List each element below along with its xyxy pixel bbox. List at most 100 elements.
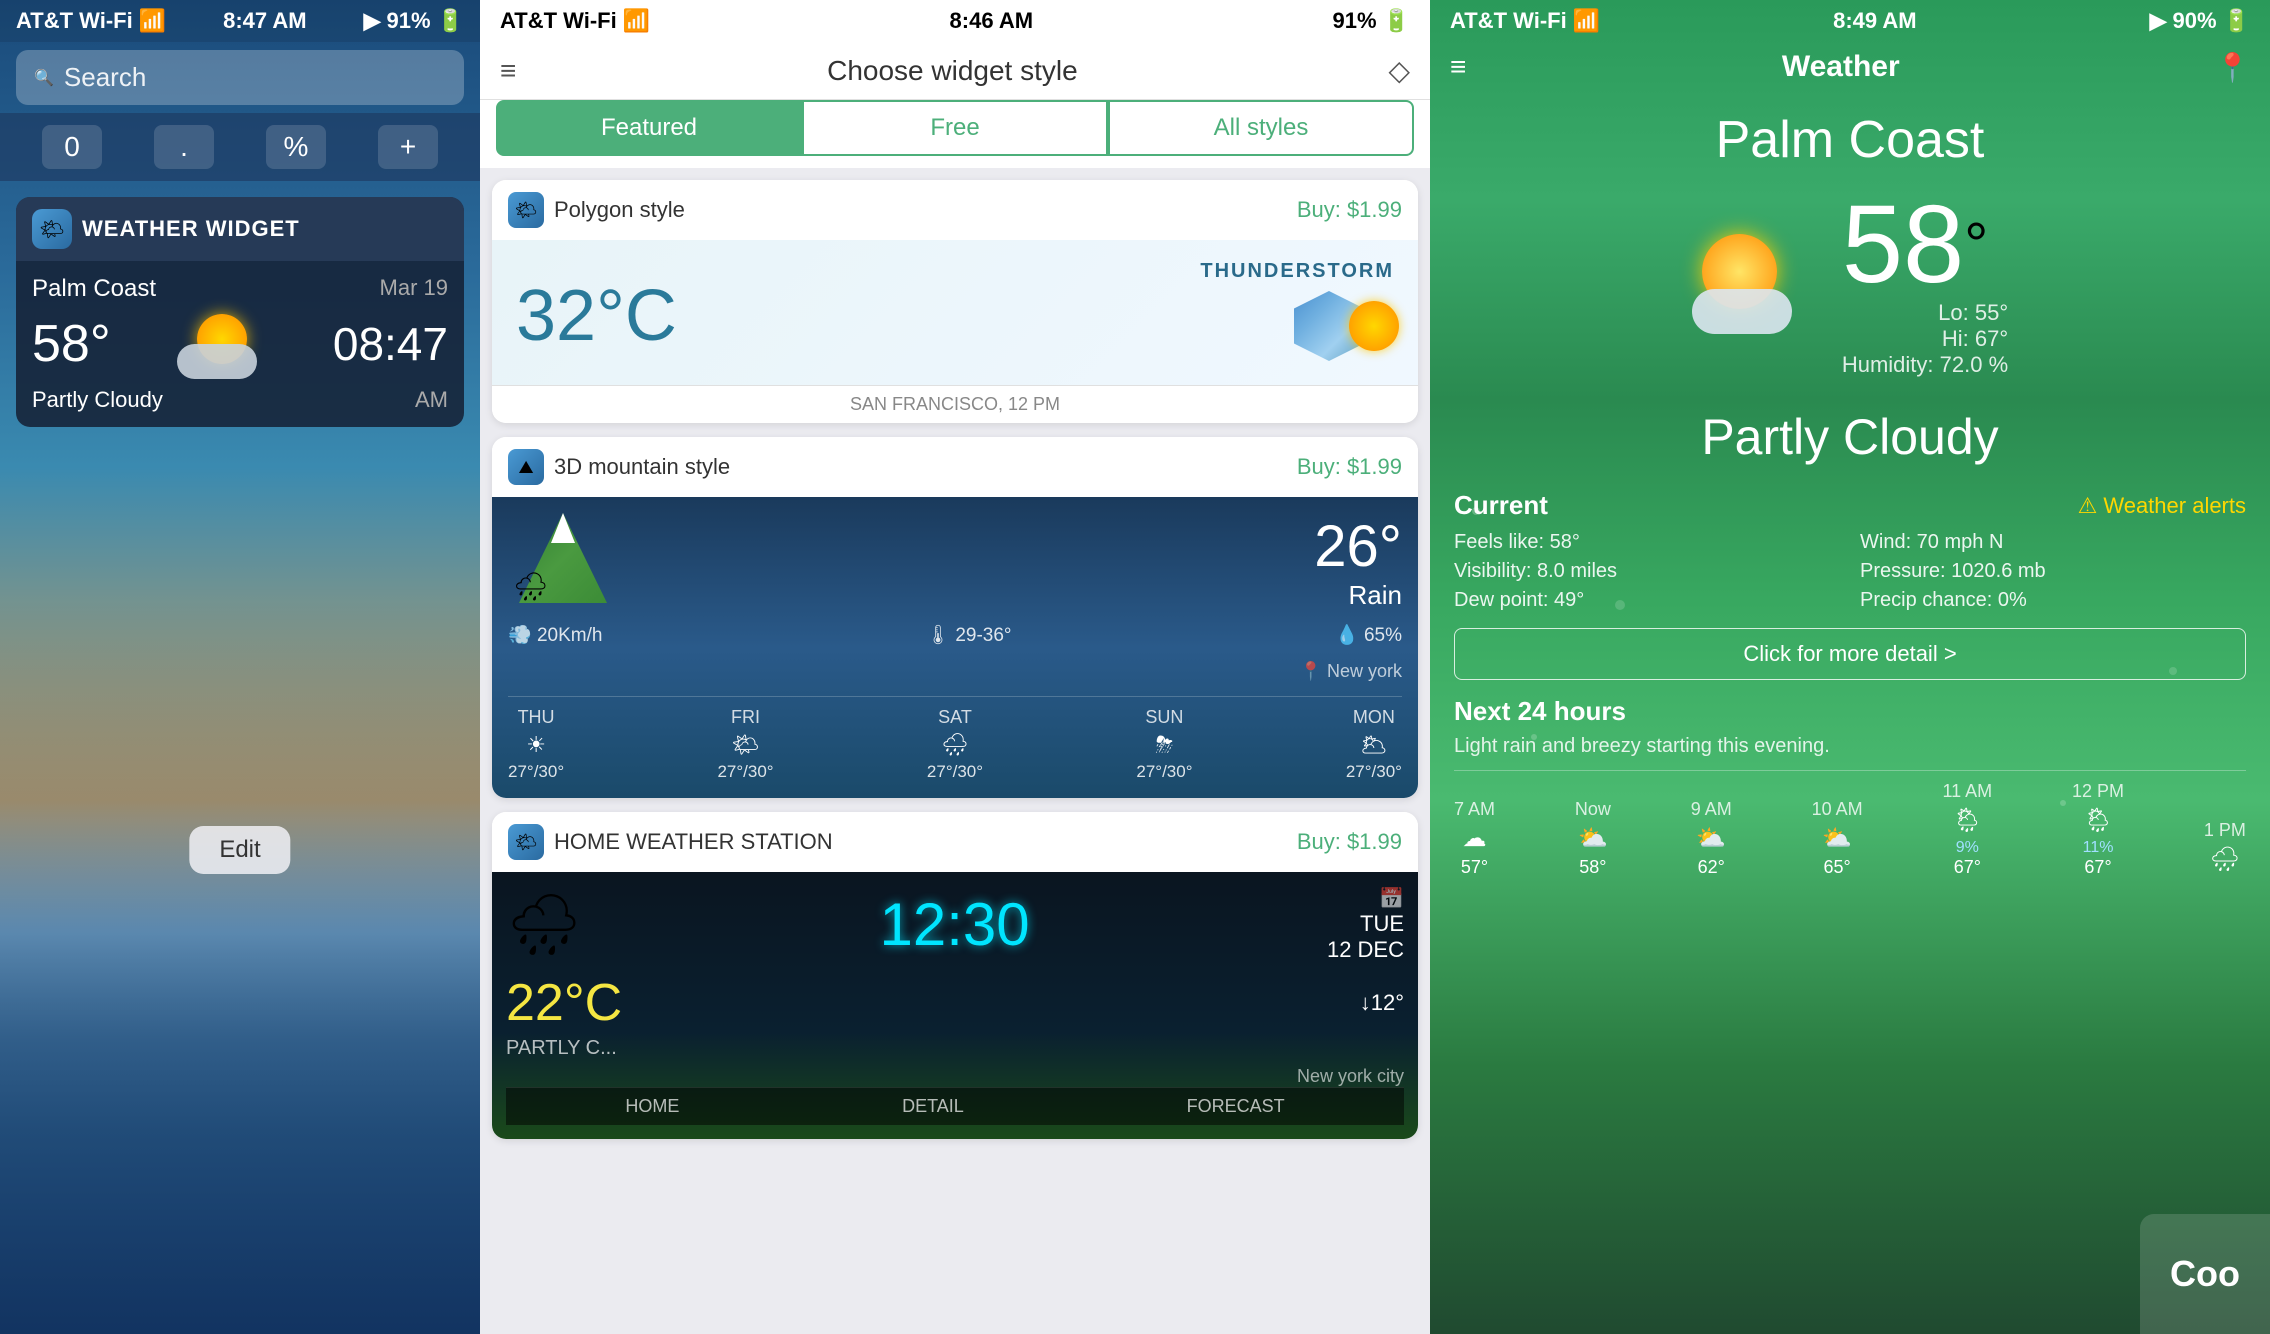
polygon-price[interactable]: Buy: $1.99: [1297, 197, 1402, 223]
weather-row-top: Palm Coast Mar 19: [32, 275, 448, 303]
p3-hamburger-icon[interactable]: ≡: [1450, 51, 1466, 83]
panel3-main-content: Palm Coast 58 ° Lo: 55° Hi: 67° Humidity…: [1430, 100, 2270, 1334]
p2-status-right: 91% 🔋: [1333, 8, 1410, 34]
weather-alerts[interactable]: ⚠ Weather alerts: [2078, 493, 2246, 519]
panel3-title: Weather: [1782, 50, 1900, 84]
hws-nav-home[interactable]: HOME: [625, 1096, 679, 1117]
edit-button[interactable]: Edit: [189, 826, 290, 874]
hourly-9am: 9 AM ⛅ 62°: [1691, 799, 1732, 878]
polygon-condition: THUNDERSTORM: [1200, 260, 1394, 283]
p3-location-pin-icon[interactable]: 📍: [2215, 51, 2250, 84]
clock-panel1: 8:47 AM: [223, 8, 307, 34]
panel3-header: ≡ Weather 📍: [1430, 42, 2270, 100]
pressure: Pressure: 1020.6 mb: [1860, 560, 2246, 583]
mountain-style-card[interactable]: ⛰ 3D mountain style Buy: $1.99 🌧 26° Rai…: [492, 437, 1418, 798]
widget-header: 🌤 WEATHER WIDGET: [16, 197, 464, 261]
mountain-card-header: ⛰ 3D mountain style Buy: $1.99: [492, 437, 1418, 497]
polygon-icon: 🌤: [508, 192, 544, 228]
location-icon: ▶: [364, 8, 381, 34]
mountain-name-row: ⛰ 3D mountain style: [508, 449, 730, 485]
polygon-location: SAN FRANCISCO, 12 PM: [492, 385, 1418, 423]
diamond-icon[interactable]: ◇: [1388, 54, 1410, 87]
calc-btn-dot[interactable]: .: [154, 125, 214, 169]
hourly-11am: 11 AM 🌦 9% 67°: [1942, 781, 1992, 878]
next24-section: Next 24 hours Light rain and breezy star…: [1454, 696, 2246, 878]
p2-clock: 8:46 AM: [950, 8, 1034, 34]
tab-all-styles[interactable]: All styles: [1108, 100, 1414, 156]
polygon-name: Polygon style: [554, 197, 685, 223]
click-more-detail-button[interactable]: Click for more detail >: [1454, 628, 2246, 680]
weather-row-mid: 58° 08:47: [32, 309, 448, 379]
p3-description: Partly Cloudy: [1454, 408, 2246, 466]
calc-btn-percent[interactable]: %: [266, 125, 326, 169]
p3-temp-display: 58 °: [1842, 190, 1988, 300]
mountain-humidity: 💧 65%: [1335, 623, 1402, 647]
calc-btn-0[interactable]: 0: [42, 125, 102, 169]
forecast-fri: FRI 🌤 27°/30°: [717, 707, 773, 782]
current-section: Current ⚠ Weather alerts Feels like: 58°…: [1454, 490, 2246, 612]
hws-price[interactable]: Buy: $1.99: [1297, 829, 1402, 855]
hamburger-icon[interactable]: ≡: [500, 55, 516, 87]
forecast-thu: THU ☀ 27°/30°: [508, 707, 564, 782]
battery-panel1: 91%: [387, 8, 431, 34]
tab-free[interactable]: Free: [802, 100, 1108, 156]
feels-like: Feels like: 58°: [1454, 531, 1840, 554]
polygon-style-card[interactable]: 🌤 Polygon style Buy: $1.99 32°C THUNDERS…: [492, 180, 1418, 423]
hws-cloud-icon: 🌧: [506, 889, 582, 960]
widget-clock: 08:47: [333, 317, 448, 371]
mountain-stats-row: 💨 20Km/h 🌡 29-36° 💧 65%: [508, 623, 1402, 647]
p3-clock: 8:49 AM: [1833, 8, 1917, 34]
visibility: Visibility: 8.0 miles: [1454, 560, 1840, 583]
p3-lo: Lo: 55°: [1842, 300, 2008, 326]
current-header: Current ⚠ Weather alerts: [1454, 490, 2246, 521]
cloud-shape: [177, 344, 257, 379]
hws-temperature: 22°C: [506, 974, 622, 1032]
hws-card[interactable]: 🌤 HOME WEATHER STATION Buy: $1.99 🌧 12:3…: [492, 812, 1418, 1139]
ocean-overlay: [0, 600, 480, 1334]
alert-icon: ⚠: [2078, 493, 2098, 519]
forecast-sun: SUN ⛈ 27°/30°: [1136, 707, 1192, 782]
polygon-name-row: 🌤 Polygon style: [508, 192, 685, 228]
tab-featured[interactable]: Featured: [496, 100, 802, 156]
polygon-preview: 32°C THUNDERSTORM: [492, 240, 1418, 385]
hws-nav-detail[interactable]: DETAIL: [902, 1096, 964, 1117]
precip-chance: Precip chance: 0%: [1860, 589, 2246, 612]
hourly-7am: 7 AM ☁ 57°: [1454, 799, 1495, 878]
p3-battery: 90%: [2173, 8, 2217, 34]
p2-wifi-icon: 📶: [623, 8, 650, 34]
p3-status-left: AT&T Wi-Fi 📶: [1450, 8, 1600, 34]
mountain-preview: 🌧 26° Rain 💨 20Km/h 🌡 29-36° 💧 65% 📍 New…: [492, 497, 1418, 798]
hws-top-row: 🌧 12:30 📅 TUE 12 DEC: [506, 886, 1404, 963]
weather-ampm: AM: [415, 387, 448, 413]
rain-cloud-icon: 🌧: [513, 570, 549, 603]
hourly-forecast: 7 AM ☁ 57° Now ⛅ 58° 9 AM ⛅ 62° 10 AM ⛅: [1454, 770, 2246, 878]
hws-city: New york city: [506, 1066, 1404, 1087]
search-bar[interactable]: 🔍 Search: [16, 50, 464, 105]
status-left: AT&T Wi-Fi 📶: [16, 8, 166, 34]
weather-icon: [177, 309, 267, 379]
mountain-forecast: THU ☀ 27°/30° FRI 🌤 27°/30° SAT 🌧 27°/30…: [508, 696, 1402, 782]
wifi-icon: 📶: [139, 8, 166, 34]
weather-date: Mar 19: [380, 275, 448, 301]
weather-widget-card: 🌤 WEATHER WIDGET Palm Coast Mar 19 58° 0…: [16, 197, 464, 427]
calc-btn-plus[interactable]: +: [378, 125, 438, 169]
mountain-snow: [543, 513, 583, 543]
hws-temp-area: 22°C: [506, 973, 622, 1033]
mountain-top-row: 🌧 26° Rain: [508, 513, 1402, 613]
hws-arrow-area: ↓12°: [1360, 990, 1404, 1016]
mountain-wind: 💨 20Km/h: [508, 623, 602, 647]
mountain-condition: Rain: [1314, 580, 1402, 611]
p3-cloud: [1692, 289, 1792, 334]
battery-icon: 🔋: [437, 8, 464, 34]
p3-city: Palm Coast: [1454, 110, 2246, 170]
search-label: Search: [64, 62, 146, 93]
p3-location-icon: ▶: [2150, 8, 2167, 34]
current-stats-grid: Feels like: 58° Wind: 70 mph N Visibilit…: [1454, 531, 2246, 612]
hourly-12pm: 12 PM 🌦 11% 67°: [2072, 781, 2124, 878]
alerts-label: Weather alerts: [2103, 493, 2246, 519]
p3-degree-symbol: °: [1964, 210, 1988, 279]
mountain-name: 3D mountain style: [554, 454, 730, 480]
mountain-price[interactable]: Buy: $1.99: [1297, 454, 1402, 480]
hws-nav-forecast[interactable]: FORECAST: [1187, 1096, 1285, 1117]
weather-location: Palm Coast: [32, 275, 156, 303]
